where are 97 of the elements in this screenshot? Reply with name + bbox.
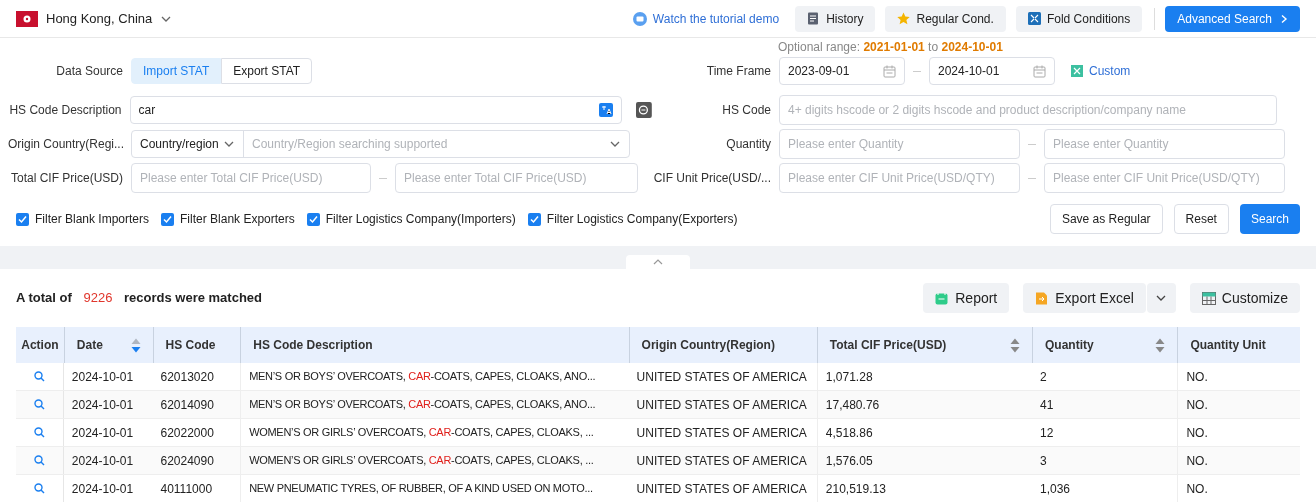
- table-cell-text: UNITED STATES OF AMERICA: [635, 480, 808, 498]
- table-cell-text: UNITED STATES OF AMERICA: [635, 368, 808, 386]
- table-cell: NO.: [1177, 419, 1300, 446]
- input-field[interactable]: Please enter Quantity: [779, 129, 1020, 159]
- table-cell-text: 62014090: [159, 396, 215, 414]
- country-field[interactable]: Country/region Country/Region searching supported: [131, 130, 630, 158]
- field-label: Total CIF Price(USD): [10, 170, 123, 187]
- calendar-icon: [883, 64, 896, 78]
- regular-button[interactable]: Regular Cond.: [885, 5, 1006, 32]
- grid-icon: [1071, 65, 1083, 77]
- description-field[interactable]: car: [129, 96, 623, 124]
- table-cell-text: 62013020: [159, 368, 215, 386]
- filter-checkbox[interactable]: Filter Logistics Company(Importers): [306, 210, 516, 228]
- table-cell: MEN’S OR BOYS’ OVERCOATS, CAR-COATS, CAPES, CLOAKS, ANO...: [240, 363, 629, 390]
- field-label: HS Code Description: [8, 102, 122, 119]
- table-cell-text: 62024090: [159, 452, 215, 470]
- table-cell-text: UNITED STATES OF AMERICA: [635, 396, 808, 414]
- checkmark-icon: [529, 214, 539, 224]
- advanced-search-button[interactable]: Advanced Search: [1165, 5, 1300, 32]
- table-cell: 1,576.05: [816, 447, 1032, 474]
- table-cell-text: 2024-10-01: [70, 480, 135, 498]
- table-cell: WOMEN’S OR GIRLS’ OVERCOATS, CAR-COATS, CAPES, CLOAKS, ...: [240, 447, 629, 474]
- date-field[interactable]: 2024-10-01: [929, 57, 1055, 85]
- optional-range-text: Optional range: 2021-01-01 to 2024-10-01: [778, 39, 1003, 56]
- table-cell-text: 40111000: [159, 480, 214, 498]
- save-regular-button[interactable]: Save as Regular: [1049, 204, 1163, 234]
- table-cell: NO.: [1177, 447, 1300, 474]
- table-cell: MEN’S OR BOYS’ OVERCOATS, CAR-COATS, CAPES, CLOAKS, ANO...: [240, 391, 629, 418]
- video-icon: [632, 11, 647, 26]
- field-label: Quantity: [725, 136, 771, 153]
- input-field[interactable]: Please enter CIF Unit Price(USD/QTY): [1044, 163, 1285, 193]
- column-header[interactable]: Action: [16, 327, 64, 363]
- table-cell-text: 12: [1039, 424, 1055, 442]
- flag-icon: [16, 10, 38, 27]
- file-icon: [1035, 291, 1050, 305]
- input-field[interactable]: Please enter Quantity: [1044, 129, 1285, 159]
- document-icon: [807, 12, 821, 25]
- table-cell-text: 2024-10-01: [70, 452, 135, 470]
- tutorial-link[interactable]: Watch the tutorial demo: [632, 9, 780, 28]
- table-cell: NO.: [1177, 475, 1300, 502]
- table-cell-text: 2024-10-01: [70, 396, 135, 414]
- dropdown-button[interactable]: [1146, 283, 1176, 313]
- table-cell: NO.: [1177, 363, 1300, 390]
- checkmark-icon: [308, 214, 318, 224]
- fold-button[interactable]: Fold Conditions: [1015, 5, 1143, 32]
- results-summary: A total of 9226 records were matched: [16, 289, 262, 308]
- chevron-up-icon: [653, 259, 663, 265]
- table-cell-text: 62022000: [159, 424, 215, 442]
- table-cell: 1,071.28: [816, 363, 1032, 390]
- report-button[interactable]: Report: [923, 283, 1010, 313]
- chevron-right-icon: [1280, 13, 1288, 24]
- input-field[interactable]: 4+ digits hscode or 2 digits hscode and product description/company name: [779, 95, 1277, 125]
- field-label: Origin Country(Regi...: [8, 136, 123, 153]
- custom-link[interactable]: Custom: [1071, 62, 1131, 80]
- input-field[interactable]: Please enter CIF Unit Price(USD/QTY): [779, 163, 1020, 193]
- history-button[interactable]: History: [795, 5, 876, 32]
- table-cell: NO.: [1177, 391, 1300, 418]
- checkmark-icon: [163, 214, 173, 224]
- table-cell: NEW PNEUMATIC TYRES, OF RUBBER, OF A KIND USED ON MOTO...: [240, 475, 629, 502]
- date-field[interactable]: 2023-09-01: [779, 57, 905, 85]
- table-cell-text: 1,036: [1039, 480, 1072, 498]
- sort-icon: [1155, 337, 1166, 353]
- filter-checkbox[interactable]: Filter Logistics Company(Exporters): [527, 210, 738, 228]
- table-cell-text: UNITED STATES OF AMERICA: [635, 452, 808, 470]
- table-cell-text: 41: [1039, 396, 1055, 414]
- customize-button[interactable]: Customize: [1189, 283, 1300, 313]
- sort-icon: [1010, 337, 1020, 353]
- data-source-tab[interactable]: Export STAT: [221, 58, 313, 84]
- star-icon: [897, 12, 911, 25]
- table-cell: WOMEN’S OR GIRLS’ OVERCOATS, CAR-COATS, CAPES, CLOAKS, ...: [240, 419, 629, 446]
- field-label: Data Source: [55, 63, 123, 80]
- table-cell-text: UNITED STATES OF AMERICA: [635, 424, 808, 442]
- field-label: HS Code: [721, 102, 771, 119]
- field-label: Time Frame: [705, 63, 771, 80]
- search-button[interactable]: Search: [1239, 204, 1300, 234]
- table-cell-text: 3: [1039, 452, 1048, 470]
- table-cell-text: 2024-10-01: [70, 368, 135, 386]
- table-cell: 17,480.76: [816, 391, 1032, 418]
- table-cell-text: 2: [1039, 368, 1048, 386]
- collapse-icon: [1027, 12, 1041, 25]
- calendar-icon: [935, 291, 950, 305]
- filter-checkbox[interactable]: Filter Blank Importers: [16, 210, 150, 228]
- reset-button[interactable]: Reset: [1173, 204, 1229, 234]
- data-source-tab[interactable]: Import STAT: [131, 58, 222, 84]
- input-field[interactable]: Please enter Total CIF Price(USD): [131, 163, 371, 193]
- table-cell: 210,519.13: [816, 475, 1032, 502]
- field-label: CIF Unit Price(USD/...: [652, 170, 771, 187]
- table-cell: 4,518.86: [816, 419, 1032, 446]
- table-icon: [1201, 291, 1216, 305]
- region-selector[interactable]: Hong Kong, China: [46, 8, 173, 29]
- filter-checkbox[interactable]: Filter Blank Exporters: [161, 210, 295, 228]
- calendar-icon: [1033, 64, 1046, 78]
- excel-button[interactable]: Export Excel: [1023, 283, 1146, 313]
- table-cell-text: 2024-10-01: [70, 424, 135, 442]
- sort-icon: [130, 337, 141, 353]
- input-field[interactable]: Please enter Total CIF Price(USD): [395, 163, 638, 193]
- checkmark-icon: [18, 214, 27, 224]
